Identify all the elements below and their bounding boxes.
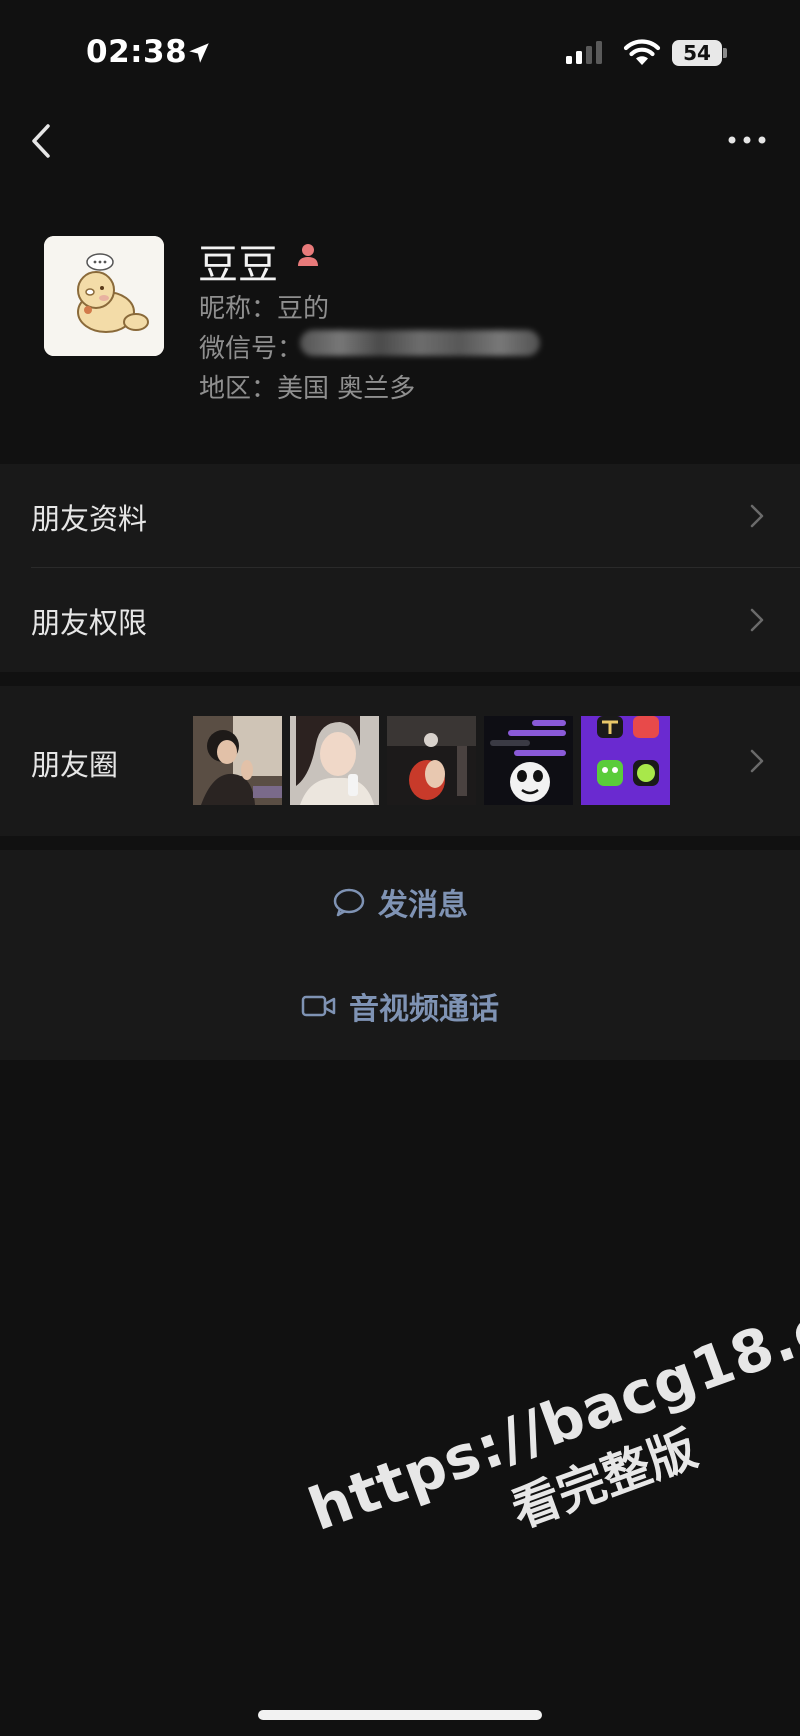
moments-thumbnail[interactable] bbox=[290, 716, 379, 805]
nickname-text: 昵称：豆的 bbox=[199, 294, 330, 324]
friend-permissions-row[interactable]: 朋友权限 bbox=[0, 568, 800, 672]
friend-permissions-label: 朋友权限 bbox=[31, 606, 148, 640]
home-indicator[interactable] bbox=[258, 1710, 542, 1720]
friend-profile-row[interactable]: 朋友资料 bbox=[0, 464, 800, 568]
av-call-label: 音视频通话 bbox=[349, 992, 499, 1027]
female-gender-icon bbox=[298, 244, 318, 266]
chevron-right-icon bbox=[750, 749, 764, 773]
moments-label: 朋友圈 bbox=[31, 748, 119, 782]
avatar-cartoon-image bbox=[44, 236, 164, 356]
region-text: 地区：美国 奥兰多 bbox=[199, 374, 416, 404]
cellular-signal-icon bbox=[566, 41, 602, 64]
chevron-right-icon bbox=[750, 608, 764, 632]
wifi-icon bbox=[623, 39, 661, 65]
profile-header: 豆豆 昵称：豆的 微信号： 地区：美国 奥兰多 bbox=[0, 200, 800, 420]
more-options-icon[interactable] bbox=[722, 122, 772, 158]
chevron-right-icon bbox=[750, 504, 764, 528]
moments-thumbnail[interactable] bbox=[387, 716, 476, 805]
battery-tip bbox=[723, 48, 727, 58]
location-arrow-icon bbox=[189, 43, 209, 63]
watermark: https://bacg18.com 看完整版 bbox=[300, 1258, 800, 1606]
status-time: 02:38 bbox=[86, 34, 188, 70]
actions-panel: 发消息 音视频通话 bbox=[0, 850, 800, 1060]
chat-bubble-icon bbox=[333, 888, 365, 917]
moments-thumbnail[interactable] bbox=[581, 716, 670, 805]
wechat-id-label: 微信号： bbox=[199, 334, 304, 364]
video-camera-icon bbox=[301, 995, 336, 1017]
moments-thumbnail[interactable] bbox=[193, 716, 282, 805]
avatar[interactable] bbox=[44, 236, 164, 356]
back-chevron-icon[interactable] bbox=[22, 118, 62, 164]
display-name: 豆豆 bbox=[198, 242, 278, 288]
send-message-label: 发消息 bbox=[378, 888, 468, 923]
battery-level: 54 bbox=[683, 41, 711, 65]
status-bar: 02:38 54 bbox=[0, 0, 800, 100]
av-call-button[interactable]: 音视频通话 bbox=[0, 974, 800, 1038]
battery-indicator: 54 bbox=[672, 40, 727, 66]
send-message-button[interactable]: 发消息 bbox=[0, 870, 800, 934]
friend-profile-label: 朋友资料 bbox=[31, 502, 148, 536]
moments-thumbnail[interactable] bbox=[484, 716, 573, 805]
wechat-id-redacted bbox=[300, 330, 540, 356]
